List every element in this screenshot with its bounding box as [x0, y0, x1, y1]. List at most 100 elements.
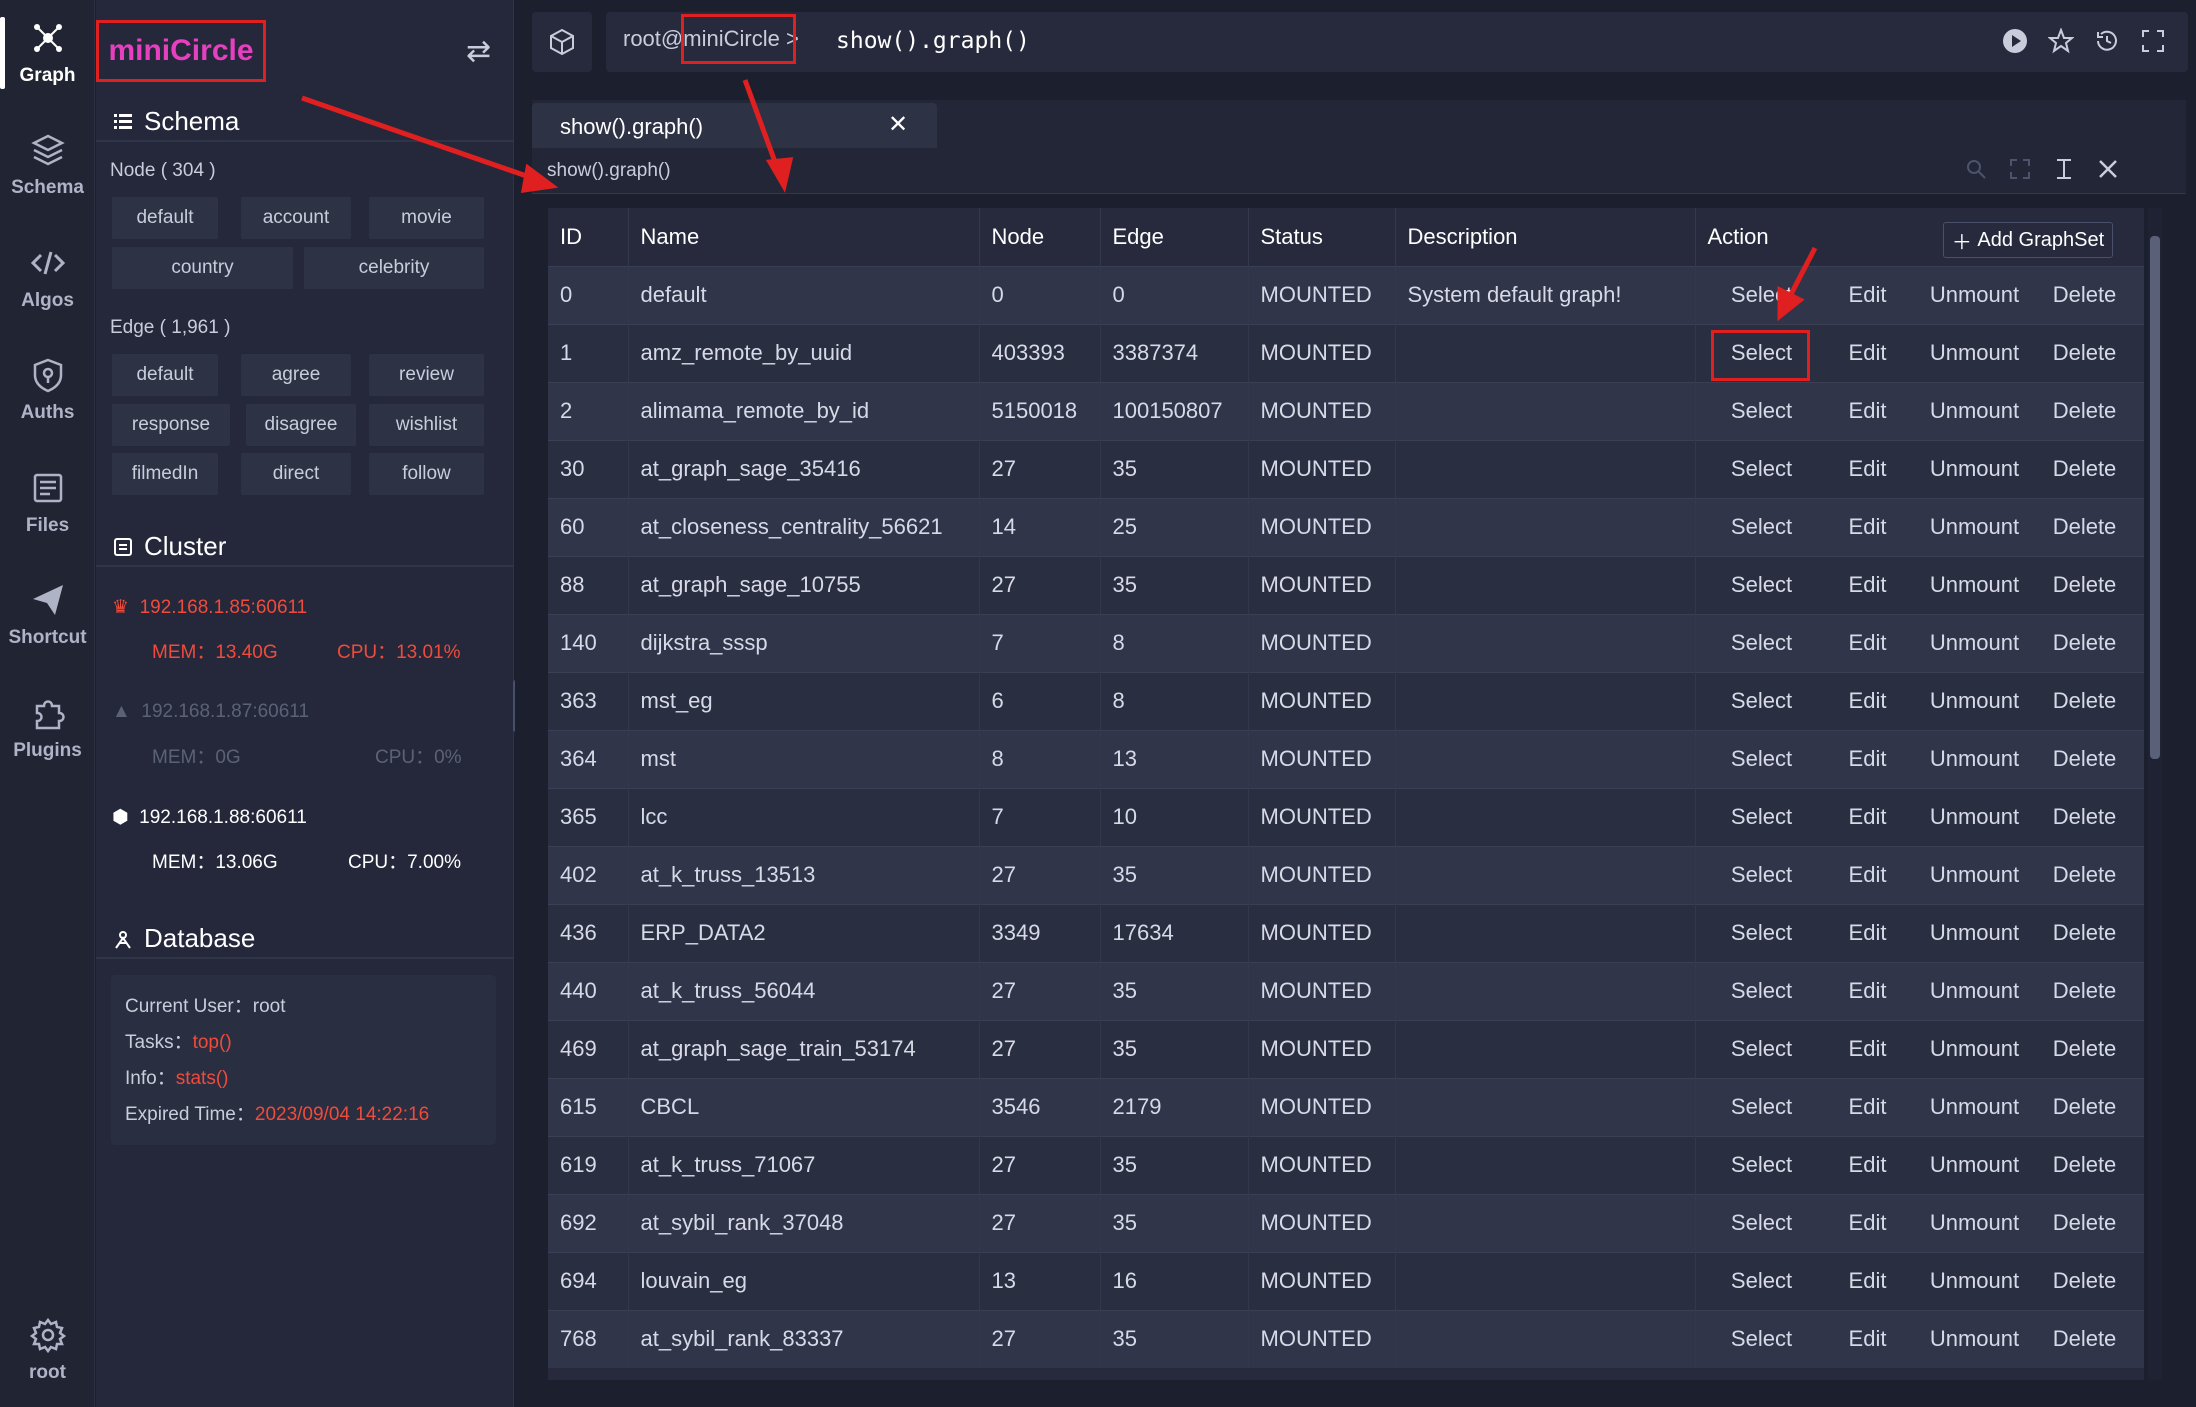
table-row[interactable]: 88 at_graph_sage_10755 27 35 MOUNTED Select Ed… [548, 556, 2144, 614]
delete-button[interactable]: Delete [2030, 1210, 2140, 1236]
rail-item-algos[interactable]: Algos [0, 228, 95, 328]
db-info-link[interactable]: stats() [176, 1068, 229, 1089]
delete-button[interactable]: Delete [2030, 456, 2140, 482]
table-row[interactable]: 440 at_k_truss_56044 27 35 MOUNTED Select Edit… [548, 962, 2144, 1020]
edit-button[interactable]: Edit [1816, 862, 1920, 888]
unmount-button[interactable]: Unmount [1920, 1152, 2030, 1178]
rail-item-user[interactable]: root [0, 1300, 95, 1400]
add-graphset-button[interactable]: ＋ Add GraphSet [1943, 222, 2113, 258]
edge-chip-filmedin[interactable]: filmedIn [112, 453, 218, 495]
delete-button[interactable]: Delete [2030, 1268, 2140, 1294]
table-row[interactable]: 436 ERP_DATA2 3349 17634 MOUNTED Select Edit Un… [548, 904, 2144, 962]
table-row[interactable]: 619 at_k_truss_71067 27 35 MOUNTED Select Edit… [548, 1136, 2144, 1194]
delete-button[interactable]: Delete [2030, 1094, 2140, 1120]
close-icon[interactable] [2097, 158, 2119, 185]
unmount-button[interactable]: Unmount [1920, 1326, 2030, 1352]
node-chip-country[interactable]: country [112, 247, 293, 289]
table-row[interactable]: 60 at_closeness_centrality_56621 14 25 MOUNT… [548, 498, 2144, 556]
table-row[interactable]: 402 at_k_truss_13513 27 35 MOUNTED Select Edit… [548, 846, 2144, 904]
table-row[interactable]: 2 alimama_remote_by_id 5150018 100150807 MOU… [548, 382, 2144, 440]
edit-button[interactable]: Edit [1816, 398, 1920, 424]
split-icon[interactable] [2053, 158, 2075, 185]
unmount-button[interactable]: Unmount [1920, 804, 2030, 830]
tab-close-icon[interactable]: ✕ [888, 110, 908, 139]
select-button[interactable]: Select [1708, 1094, 1816, 1120]
edit-button[interactable]: Edit [1816, 1094, 1920, 1120]
delete-button[interactable]: Delete [2030, 978, 2140, 1004]
select-button[interactable]: Select [1708, 282, 1816, 308]
unmount-button[interactable]: Unmount [1920, 978, 2030, 1004]
node-chip-celebrity[interactable]: celebrity [304, 247, 484, 289]
edge-chip-disagree[interactable]: disagree [246, 404, 356, 446]
edit-button[interactable]: Edit [1816, 1326, 1920, 1352]
fullscreen-icon[interactable] [2140, 28, 2166, 54]
unmount-button[interactable]: Unmount [1920, 572, 2030, 598]
edit-button[interactable]: Edit [1816, 1268, 1920, 1294]
delete-button[interactable]: Delete [2030, 514, 2140, 540]
delete-button[interactable]: Delete [2030, 804, 2140, 830]
unmount-button[interactable]: Unmount [1920, 1210, 2030, 1236]
select-button[interactable]: Select [1708, 398, 1816, 424]
cluster-node-follower[interactable]: ⬢ 192.168.1.88:60611 [112, 806, 307, 829]
select-button[interactable]: Select [1708, 1268, 1816, 1294]
edit-button[interactable]: Edit [1816, 1036, 1920, 1062]
rail-item-graph[interactable]: Graph [0, 3, 95, 103]
edit-button[interactable]: Edit [1816, 456, 1920, 482]
unmount-button[interactable]: Unmount [1920, 1094, 2030, 1120]
edit-button[interactable]: Edit [1816, 746, 1920, 772]
select-button[interactable]: Select [1708, 862, 1816, 888]
table-scrollbar-thumb[interactable] [2150, 236, 2160, 759]
unmount-button[interactable]: Unmount [1920, 746, 2030, 772]
edge-chip-default[interactable]: default [112, 354, 218, 396]
table-row[interactable]: 140 dijkstra_sssp 7 8 MOUNTED Select Edit Unmou… [548, 614, 2144, 672]
delete-button[interactable]: Delete [2030, 1036, 2140, 1062]
select-button[interactable]: Select [1708, 1326, 1816, 1352]
table-row[interactable]: 365 lcc 7 10 MOUNTED Select Edit Unmount Delete [548, 788, 2144, 846]
tab-label[interactable]: show().graph() [560, 114, 703, 140]
command-input[interactable]: show().graph() [836, 28, 1030, 54]
table-row[interactable]: 768 at_sybil_rank_83337 27 35 MOUNTED Select E… [548, 1310, 2144, 1368]
rail-item-auths[interactable]: Auths [0, 340, 95, 440]
delete-button[interactable]: Delete [2030, 572, 2140, 598]
unmount-button[interactable]: Unmount [1920, 630, 2030, 656]
delete-button[interactable]: Delete [2030, 688, 2140, 714]
edit-button[interactable]: Edit [1816, 282, 1920, 308]
edit-button[interactable]: Edit [1816, 572, 1920, 598]
node-chip-account[interactable]: account [241, 197, 351, 239]
expand-icon[interactable] [2009, 158, 2031, 185]
edit-button[interactable]: Edit [1816, 514, 1920, 540]
delete-button[interactable]: Delete [2030, 920, 2140, 946]
table-row[interactable]: 363 mst_eg 6 8 MOUNTED Select Edit Unmount Delet… [548, 672, 2144, 730]
select-button[interactable]: Select [1708, 630, 1816, 656]
table-row[interactable]: 469 at_graph_sage_train_53174 27 35 MOUNTED S… [548, 1020, 2144, 1078]
table-row[interactable]: 1 amz_remote_by_uuid 403393 3387374 MOUNTED S… [548, 324, 2144, 382]
unmount-button[interactable]: Unmount [1920, 398, 2030, 424]
table-row[interactable]: 364 mst 8 13 MOUNTED Select Edit Unmount Delete [548, 730, 2144, 788]
console-button[interactable] [532, 12, 592, 72]
unmount-button[interactable]: Unmount [1920, 282, 2030, 308]
cluster-node-leader[interactable]: ♛ 192.168.1.85:60611 [112, 596, 307, 619]
delete-button[interactable]: Delete [2030, 746, 2140, 772]
node-chip-default[interactable]: default [112, 197, 218, 239]
edit-button[interactable]: Edit [1816, 978, 1920, 1004]
unmount-button[interactable]: Unmount [1920, 1268, 2030, 1294]
db-tasks-link[interactable]: top() [193, 1032, 232, 1053]
delete-button[interactable]: Delete [2030, 862, 2140, 888]
edge-chip-agree[interactable]: agree [241, 354, 351, 396]
unmount-button[interactable]: Unmount [1920, 862, 2030, 888]
edge-chip-review[interactable]: review [369, 354, 484, 396]
unmount-button[interactable]: Unmount [1920, 920, 2030, 946]
history-icon[interactable] [2094, 28, 2120, 54]
edge-chip-response[interactable]: response [112, 404, 230, 446]
select-button[interactable]: Select [1708, 572, 1816, 598]
table-row[interactable]: 615 CBCL 3546 2179 MOUNTED Select Edit Unmount D… [548, 1078, 2144, 1136]
delete-button[interactable]: Delete [2030, 630, 2140, 656]
edit-button[interactable]: Edit [1816, 630, 1920, 656]
rail-item-schema[interactable]: Schema [0, 115, 95, 215]
swap-icon[interactable]: ⇄ [466, 34, 491, 69]
unmount-button[interactable]: Unmount [1920, 1036, 2030, 1062]
table-row[interactable]: 0 default 0 0 MOUNTED System default graph! Se… [548, 266, 2144, 324]
rail-item-shortcut[interactable]: Shortcut [0, 565, 95, 665]
select-button[interactable]: Select [1708, 1210, 1816, 1236]
edit-button[interactable]: Edit [1816, 1152, 1920, 1178]
